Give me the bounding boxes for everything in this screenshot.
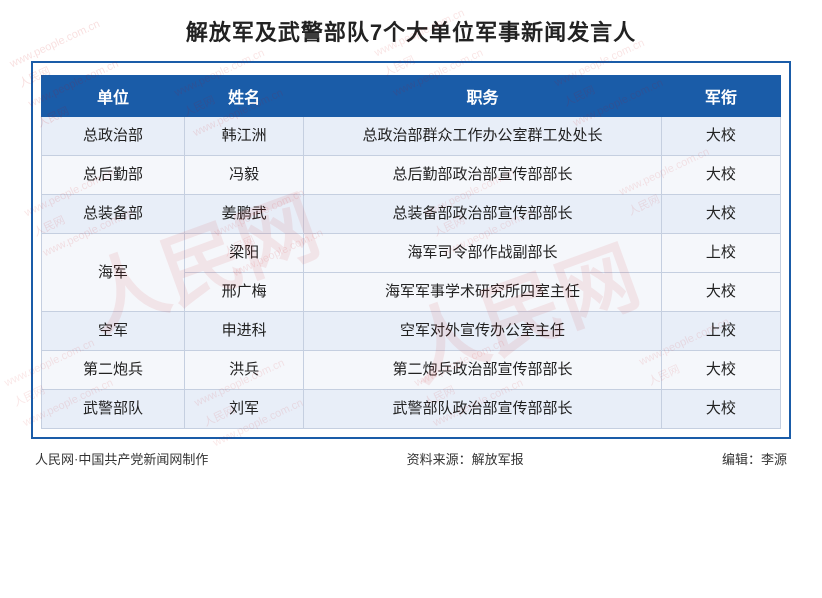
header-rank: 军衔 bbox=[661, 76, 780, 117]
cell-name: 申进科 bbox=[185, 312, 304, 351]
page-title: 解放军及武警部队7个大单位军事新闻发言人 bbox=[31, 15, 791, 47]
footer: 人民网·中国共产党新闻网制作 资料来源：解放军报 编辑：李源 bbox=[31, 449, 791, 468]
cell-unit: 武警部队 bbox=[42, 390, 185, 429]
cell-unit: 总政治部 bbox=[42, 117, 185, 156]
header-name: 姓名 bbox=[185, 76, 304, 117]
footer-source: 资料来源：解放军报 bbox=[407, 449, 524, 468]
cell-title: 第二炮兵政治部宣传部部长 bbox=[304, 351, 662, 390]
cell-unit: 空军 bbox=[42, 312, 185, 351]
footer-editor: 编辑：李源 bbox=[722, 449, 787, 468]
cell-unit: 第二炮兵 bbox=[42, 351, 185, 390]
cell-title: 海军司令部作战副部长 bbox=[304, 234, 662, 273]
cell-title: 总后勤部政治部宣传部部长 bbox=[304, 156, 662, 195]
cell-name: 姜鹏武 bbox=[185, 195, 304, 234]
table-row: 空军 申进科 空军对外宣传办公室主任 上校 bbox=[42, 312, 781, 351]
cell-rank: 上校 bbox=[661, 312, 780, 351]
header-title: 职务 bbox=[304, 76, 662, 117]
cell-name: 梁阳 bbox=[185, 234, 304, 273]
cell-rank: 大校 bbox=[661, 390, 780, 429]
footer-producer: 人民网·中国共产党新闻网制作 bbox=[35, 449, 208, 468]
main-table: 单位 姓名 职务 军衔 总政治部 韩江洲 总政治部群众工作办公室群工处处长 大校… bbox=[41, 75, 781, 429]
cell-unit: 总装备部 bbox=[42, 195, 185, 234]
cell-rank: 大校 bbox=[661, 351, 780, 390]
cell-rank: 大校 bbox=[661, 117, 780, 156]
cell-title: 海军军事学术研究所四室主任 bbox=[304, 273, 662, 312]
cell-title: 总装备部政治部宣传部部长 bbox=[304, 195, 662, 234]
cell-title: 总政治部群众工作办公室群工处处长 bbox=[304, 117, 662, 156]
cell-unit: 总后勤部 bbox=[42, 156, 185, 195]
cell-rank: 上校 bbox=[661, 234, 780, 273]
cell-rank: 大校 bbox=[661, 156, 780, 195]
table-row: 武警部队 刘军 武警部队政治部宣传部部长 大校 bbox=[42, 390, 781, 429]
cell-unit: 海军 bbox=[42, 234, 185, 312]
cell-name: 冯毅 bbox=[185, 156, 304, 195]
cell-rank: 大校 bbox=[661, 273, 780, 312]
cell-name: 韩江洲 bbox=[185, 117, 304, 156]
cell-title: 武警部队政治部宣传部部长 bbox=[304, 390, 662, 429]
table-row: 海军 梁阳 海军司令部作战副部长 上校 bbox=[42, 234, 781, 273]
table-row: 总装备部 姜鹏武 总装备部政治部宣传部部长 大校 bbox=[42, 195, 781, 234]
table-row: 第二炮兵 洪兵 第二炮兵政治部宣传部部长 大校 bbox=[42, 351, 781, 390]
cell-name: 洪兵 bbox=[185, 351, 304, 390]
table-row: 总后勤部 冯毅 总后勤部政治部宣传部部长 大校 bbox=[42, 156, 781, 195]
cell-rank: 大校 bbox=[661, 195, 780, 234]
table-header-row: 单位 姓名 职务 军衔 bbox=[42, 76, 781, 117]
cell-name: 邢广梅 bbox=[185, 273, 304, 312]
table-row: 总政治部 韩江洲 总政治部群众工作办公室群工处处长 大校 bbox=[42, 117, 781, 156]
header-unit: 单位 bbox=[42, 76, 185, 117]
cell-title: 空军对外宣传办公室主任 bbox=[304, 312, 662, 351]
cell-name: 刘军 bbox=[185, 390, 304, 429]
